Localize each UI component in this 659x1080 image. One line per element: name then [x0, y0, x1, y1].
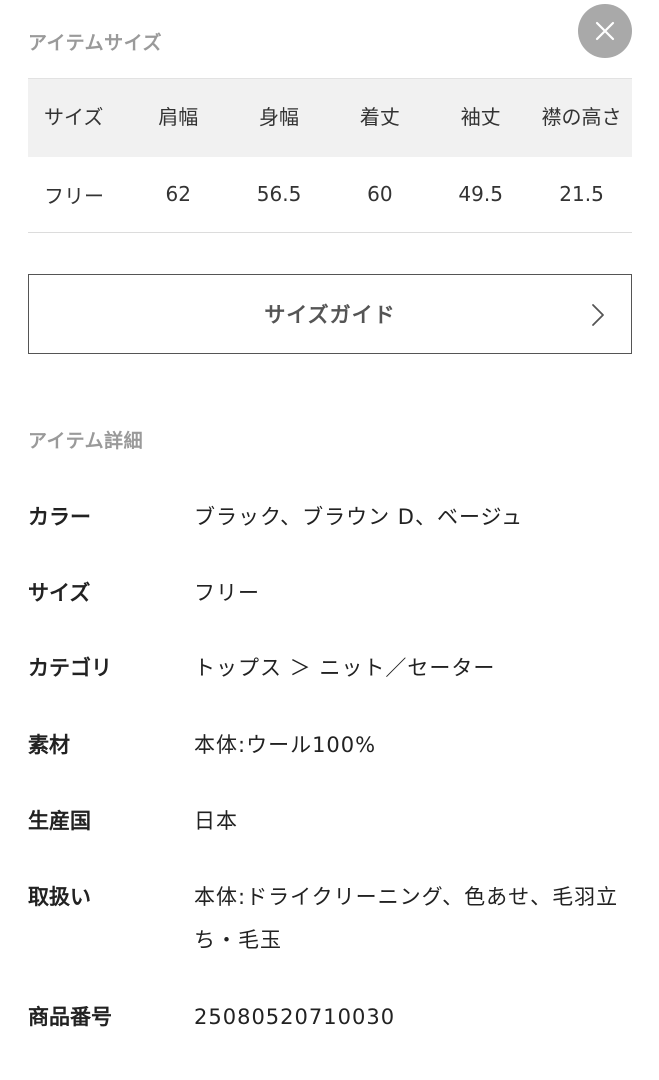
size-cell-sleeve: 49.5	[430, 156, 532, 233]
size-cell-collar-height: 21.5	[531, 156, 632, 233]
detail-key: カラー	[28, 505, 91, 529]
detail-key: 取扱い	[28, 885, 91, 909]
detail-key: カテゴリ	[28, 656, 112, 680]
size-guide-label: サイズガイド	[264, 303, 396, 327]
item-detail-title: アイテム詳細	[28, 430, 144, 452]
size-header-collar-height: 襟の高さ	[531, 78, 632, 157]
detail-key: 素材	[28, 733, 70, 757]
item-size-title: アイテムサイズ	[28, 32, 163, 54]
size-header-length: 着丈	[329, 78, 431, 157]
close-icon	[595, 21, 615, 41]
size-cell-shoulder: 62	[127, 156, 229, 233]
detail-value: フリー	[194, 581, 260, 605]
detail-value: 本体:ドライクリーニング、色あせ、毛羽立ち・毛玉	[194, 885, 619, 952]
size-header-sleeve: 袖丈	[430, 78, 532, 157]
size-cell-size: フリー	[28, 156, 128, 233]
size-table-header-row: サイズ 肩幅 身幅 着丈 袖丈 襟の高さ	[28, 78, 632, 157]
size-guide-button[interactable]: サイズガイド	[28, 274, 632, 354]
detail-key: 商品番号	[28, 1005, 112, 1029]
size-cell-length: 60	[329, 156, 431, 233]
detail-key: 生産国	[28, 809, 91, 833]
table-row: フリー 62 56.5 60 49.5 21.5	[28, 156, 632, 233]
detail-value: トップス ＞ ニット／セーター	[194, 656, 496, 680]
size-header-size: サイズ	[28, 78, 128, 157]
detail-value: 本体:ウール100%	[194, 733, 377, 757]
detail-value: 日本	[194, 809, 238, 833]
chevron-right-icon	[592, 304, 604, 326]
size-header-shoulder: 肩幅	[127, 78, 229, 157]
size-cell-body-width: 56.5	[228, 156, 330, 233]
item-info-modal: アイテムサイズ サイズ 肩幅 身幅 着丈 袖丈 襟の高さ フリー 62 56.5…	[0, 0, 659, 1080]
detail-value: ブラック、ブラウン D、ベージュ	[194, 505, 524, 529]
size-header-body-width: 身幅	[228, 78, 330, 157]
size-table: サイズ 肩幅 身幅 着丈 袖丈 襟の高さ フリー 62 56.5 60 49.5…	[28, 78, 632, 233]
close-button[interactable]	[578, 4, 632, 58]
detail-value: 25080520710030	[194, 1005, 396, 1029]
detail-key: サイズ	[28, 581, 91, 605]
